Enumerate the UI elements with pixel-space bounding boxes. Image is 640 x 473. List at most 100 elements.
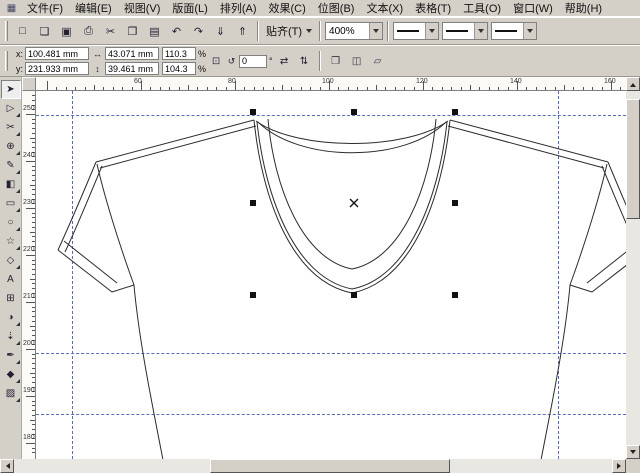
- horizontal-ruler[interactable]: 6080100120140160: [36, 77, 626, 91]
- pick-tool[interactable]: ➤: [1, 80, 21, 99]
- object-width-field[interactable]: [105, 47, 159, 60]
- propbar-button[interactable]: ◫: [348, 52, 366, 70]
- propbar-button[interactable]: ▱: [369, 52, 387, 70]
- horizontal-scroll-thumb[interactable]: [210, 459, 450, 473]
- arrow-left-icon: [3, 463, 10, 469]
- zoom-tool[interactable]: ⊕: [1, 137, 21, 156]
- selection-handle[interactable]: [351, 292, 357, 298]
- scale-h-field[interactable]: [162, 47, 196, 60]
- toolbar-grip[interactable]: [5, 21, 8, 41]
- selection-handle[interactable]: [452, 292, 458, 298]
- ellipse-tool[interactable]: ○: [1, 213, 21, 232]
- save-icon[interactable]: ▣: [56, 21, 77, 42]
- selection-handle[interactable]: [351, 109, 357, 115]
- scroll-right-button[interactable]: [612, 459, 626, 473]
- scroll-left-button[interactable]: [0, 459, 14, 473]
- propbar-button[interactable]: ❒: [327, 52, 345, 70]
- rectangle-tool[interactable]: ▭: [1, 194, 21, 213]
- new-icon[interactable]: □: [12, 21, 33, 42]
- copy-icon[interactable]: ❐: [122, 21, 143, 42]
- percent-label: %: [198, 64, 206, 74]
- menu-item-arrange[interactable]: 排列(A): [214, 0, 263, 17]
- selection-handle[interactable]: [250, 292, 256, 298]
- scroll-down-button[interactable]: [626, 445, 640, 459]
- menu-item-table[interactable]: 表格(T): [409, 0, 457, 17]
- menu-item-view[interactable]: 视图(V): [118, 0, 167, 17]
- shape-tool[interactable]: ▷: [1, 99, 21, 118]
- mirror-horizontal-button[interactable]: ⇄: [276, 53, 293, 70]
- fill-tool[interactable]: ◆: [1, 365, 21, 384]
- scale-v-field[interactable]: [162, 62, 196, 75]
- object-height-field[interactable]: [105, 62, 159, 75]
- dropdown-button[interactable]: [523, 23, 536, 39]
- cut-icon[interactable]: ✂: [100, 21, 121, 42]
- menu-item-tools[interactable]: 工具(O): [457, 0, 507, 17]
- tshirt-path: [450, 120, 608, 162]
- polygon-tool[interactable]: ☆: [1, 232, 21, 251]
- blend-tool[interactable]: ◑: [1, 308, 21, 327]
- toolbar-grip[interactable]: [5, 51, 8, 71]
- undo-icon[interactable]: ↶: [166, 21, 187, 42]
- menu-item-text[interactable]: 文本(X): [360, 0, 409, 17]
- menu-item-help[interactable]: 帮助(H): [559, 0, 608, 17]
- open-icon[interactable]: ❏: [34, 21, 55, 42]
- zoom-level-input[interactable]: [329, 24, 363, 38]
- snap-dropdown[interactable]: 贴齐(T): [263, 22, 315, 41]
- eyedropper-tool[interactable]: ⇣: [1, 327, 21, 346]
- tshirt-drawing[interactable]: [58, 119, 626, 459]
- zoom-dropdown-button[interactable]: [369, 23, 382, 39]
- document-window-icon[interactable]: ▦: [5, 2, 18, 15]
- line-style-combo[interactable]: [442, 22, 488, 40]
- rotation-angle-field[interactable]: [239, 55, 267, 68]
- crop-tool[interactable]: ✂: [1, 118, 21, 137]
- dropdown-button[interactable]: [425, 23, 438, 39]
- redo-icon[interactable]: ↷: [188, 21, 209, 42]
- text-tool[interactable]: A: [1, 270, 21, 289]
- import-icon[interactable]: ⇓: [210, 21, 231, 42]
- menu-item-window[interactable]: 窗口(W): [507, 0, 559, 17]
- vertical-scrollbar[interactable]: [626, 77, 640, 459]
- menu-item-effects[interactable]: 效果(C): [263, 0, 312, 17]
- export-icon[interactable]: ⇑: [232, 21, 253, 42]
- ruler-tick: [32, 382, 35, 383]
- outline-pen-tool[interactable]: ✒: [1, 346, 21, 365]
- freehand-tool[interactable]: ✎: [1, 156, 21, 175]
- ruler-origin-button[interactable]: [22, 77, 36, 91]
- smart-fill-tool[interactable]: ◧: [1, 175, 21, 194]
- menu-item-layout[interactable]: 版面(L): [166, 0, 213, 17]
- print-icon[interactable]: ⎙: [78, 21, 99, 42]
- selection-handle[interactable]: [250, 200, 256, 206]
- line-end-style-combo[interactable]: [491, 22, 537, 40]
- degree-label: °: [269, 56, 273, 66]
- paste-icon[interactable]: ▤: [144, 21, 165, 42]
- vertical-scroll-thumb[interactable]: [626, 99, 640, 219]
- outline-width-combo[interactable]: [393, 22, 439, 40]
- interactive-fill-tool[interactable]: ▨: [1, 384, 21, 403]
- horizontal-scrollbar[interactable]: [0, 459, 626, 473]
- drawing-canvas[interactable]: [36, 91, 626, 459]
- ruler-tick: [32, 363, 35, 364]
- menu-item-file[interactable]: 文件(F): [21, 0, 69, 17]
- ruler-tick: [573, 87, 574, 90]
- menu-item-edit[interactable]: 编辑(E): [69, 0, 118, 17]
- selection-handle[interactable]: [452, 200, 458, 206]
- tshirt-path: [65, 166, 102, 252]
- zoom-level-combo[interactable]: [325, 22, 383, 40]
- ruler-tick: [32, 147, 35, 148]
- dropdown-button[interactable]: [474, 23, 487, 39]
- scroll-up-button[interactable]: [626, 77, 640, 91]
- selection-center[interactable]: [350, 199, 358, 207]
- vertical-ruler[interactable]: 250240230220210200190180: [22, 91, 36, 459]
- vruler-label: 250: [23, 105, 35, 112]
- vruler-label: 180: [23, 434, 35, 441]
- menu-item-bitmaps[interactable]: 位图(B): [312, 0, 361, 17]
- selection-handle[interactable]: [452, 109, 458, 115]
- table-tool[interactable]: ⊞: [1, 289, 21, 308]
- selection-handle[interactable]: [250, 109, 256, 115]
- basic-shapes-tool[interactable]: ◇: [1, 251, 21, 270]
- x-position-field[interactable]: [25, 47, 89, 60]
- y-position-field[interactable]: [25, 62, 89, 75]
- mirror-vertical-button[interactable]: ⇅: [296, 53, 313, 70]
- lock-ratio-icon[interactable]: ⊡: [209, 48, 223, 74]
- ruler-tick: [32, 452, 35, 453]
